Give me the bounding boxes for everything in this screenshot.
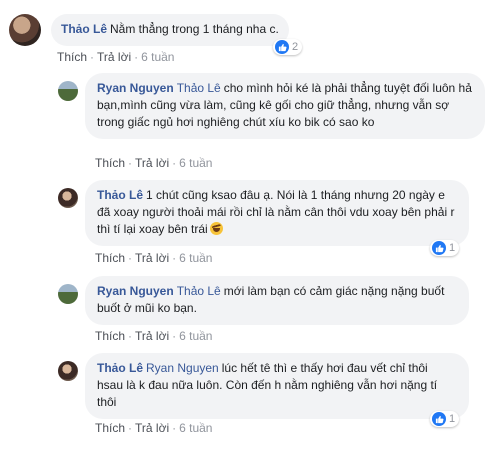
- comment-author[interactable]: Thảo Lê: [97, 188, 143, 202]
- comment-author[interactable]: Ryan Nguyen: [97, 284, 174, 298]
- like-reaction-icon: [432, 412, 446, 426]
- separator: ·: [172, 156, 177, 170]
- reply-link[interactable]: Trả lời: [135, 156, 169, 170]
- separator: ·: [172, 421, 177, 435]
- comment-author[interactable]: Ryan Nguyen: [97, 81, 174, 95]
- reply-link[interactable]: Trả lời: [135, 421, 169, 435]
- comment-mention[interactable]: Thảo Lê: [177, 284, 221, 298]
- comment-actions: Thích · Trả lời · 6 tuần: [95, 421, 212, 435]
- reply-link[interactable]: Trả lời: [135, 251, 169, 265]
- reply-comment: Thảo Lê 1 chút cũng ksao đâu ạ. Nói là 1 …: [58, 180, 469, 246]
- separator: ·: [128, 251, 133, 265]
- avatar[interactable]: [58, 81, 78, 101]
- reply-link[interactable]: Trả lời: [97, 50, 131, 64]
- reaction-number: 1: [449, 413, 456, 425]
- comment-mention[interactable]: Thảo Lê: [177, 81, 221, 95]
- comment-bubble: Thảo Lê 1 chút cũng ksao đâu ạ. Nói là 1 …: [85, 180, 469, 246]
- like-link[interactable]: Thích: [95, 251, 125, 265]
- comment-time[interactable]: 6 tuần: [179, 156, 212, 170]
- like-link[interactable]: Thích: [57, 50, 87, 64]
- like-reaction-icon: [275, 40, 289, 54]
- reply-comment: Ryan Nguyen Thảo Lê cho mình hỏi ké là phả…: [58, 73, 485, 139]
- separator: ·: [128, 156, 133, 170]
- separator: ·: [128, 329, 133, 343]
- comment-time[interactable]: 6 tuần: [179, 421, 212, 435]
- avatar[interactable]: [9, 14, 41, 46]
- reaction-number: 2: [292, 41, 299, 53]
- comment-bubble: Thảo Lê Ryan Nguyen lúc hết tê thì e thấy …: [85, 353, 469, 419]
- comment-time[interactable]: 6 tuần: [179, 251, 212, 265]
- reaction-number: 1: [449, 242, 456, 254]
- like-reaction-icon: [432, 241, 446, 255]
- comment-text: Nằm thẳng trong 1 tháng nha c.: [110, 22, 279, 36]
- comment-actions: Thích · Trả lời · 6 tuần: [95, 251, 212, 265]
- comment-text: 1 chút cũng ksao đâu ạ. Nói là 1 tháng n…: [97, 188, 455, 236]
- reaction-count[interactable]: 1: [430, 411, 460, 427]
- separator: ·: [128, 421, 133, 435]
- comment-bubble: Thảo Lê Nằm thẳng trong 1 tháng nha c.: [51, 14, 289, 46]
- comment-actions: Thích · Trả lời · 6 tuần: [57, 50, 174, 64]
- like-link[interactable]: Thích: [95, 329, 125, 343]
- separator: ·: [172, 251, 177, 265]
- separator: ·: [90, 50, 95, 64]
- comment-bubble: Ryan Nguyen Thảo Lê mới làm bạn có cảm giá…: [85, 276, 469, 325]
- reaction-count[interactable]: 1: [430, 240, 460, 256]
- reply-link[interactable]: Trả lời: [135, 329, 169, 343]
- like-link[interactable]: Thích: [95, 156, 125, 170]
- comment-time[interactable]: 6 tuần: [179, 329, 212, 343]
- laughing-emoji-icon: [209, 222, 223, 235]
- separator: ·: [134, 50, 139, 64]
- avatar[interactable]: [58, 361, 78, 381]
- comment-actions: Thích · Trả lời · 6 tuần: [95, 156, 212, 170]
- comment-time[interactable]: 6 tuần: [141, 50, 174, 64]
- comment-actions: Thích · Trả lời · 6 tuần: [95, 329, 212, 343]
- like-link[interactable]: Thích: [95, 421, 125, 435]
- reply-comment: Ryan Nguyen Thảo Lê mới làm bạn có cảm giá…: [58, 276, 469, 325]
- separator: ·: [172, 329, 177, 343]
- reaction-count[interactable]: 2: [273, 39, 303, 55]
- comment-author[interactable]: Thảo Lê: [97, 361, 143, 375]
- comment-top: Thảo Lê Nằm thẳng trong 1 tháng nha c.: [9, 14, 289, 46]
- comment-author[interactable]: Thảo Lê: [61, 22, 107, 36]
- comment-mention[interactable]: Ryan Nguyen: [146, 361, 219, 375]
- avatar[interactable]: [58, 284, 78, 304]
- reply-comment: Thảo Lê Ryan Nguyen lúc hết tê thì e thấy …: [58, 353, 469, 419]
- comment-bubble: Ryan Nguyen Thảo Lê cho mình hỏi ké là phả…: [85, 73, 485, 139]
- avatar[interactable]: [58, 188, 78, 208]
